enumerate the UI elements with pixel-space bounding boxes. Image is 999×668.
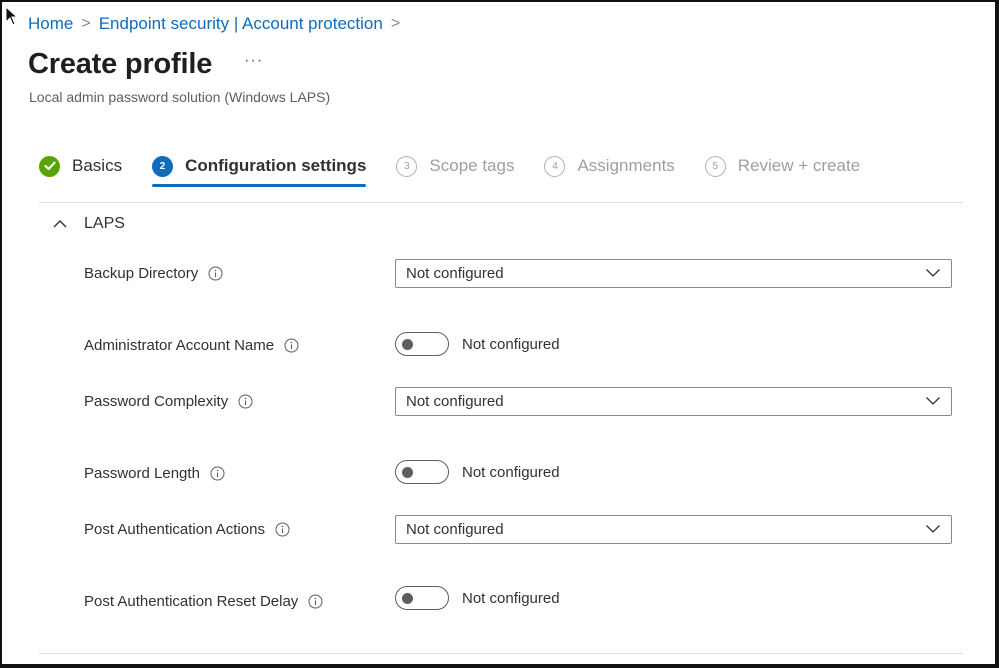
step-number: 2 bbox=[152, 155, 174, 177]
step-label: Review + create bbox=[737, 156, 861, 175]
password-complexity-dropdown[interactable]: Not configured bbox=[395, 387, 952, 416]
breadcrumb-separator: > bbox=[390, 15, 401, 32]
page-subtitle: Local admin password solution (Windows L… bbox=[29, 89, 331, 105]
section-title: LAPS bbox=[84, 215, 125, 232]
dropdown-value: Not configured bbox=[406, 521, 504, 538]
post-authentication-reset-delay-toggle[interactable] bbox=[395, 586, 449, 610]
divider bbox=[39, 653, 963, 654]
setting-label: Post Authentication Actions bbox=[84, 521, 265, 538]
setting-label: Password Complexity bbox=[84, 393, 229, 410]
chevron-down-icon bbox=[926, 525, 940, 533]
field-label: Post Authentication Reset Delay bbox=[84, 593, 323, 610]
toggle-group: Not configured bbox=[395, 460, 560, 484]
setting-label: Administrator Account Name bbox=[84, 337, 275, 354]
password-length-toggle[interactable] bbox=[395, 460, 449, 484]
chevron-up-icon bbox=[53, 220, 67, 228]
chevron-down-icon bbox=[926, 269, 940, 277]
info-icon[interactable] bbox=[284, 338, 299, 353]
toggle-status: Not configured bbox=[462, 589, 560, 607]
title-row: Create profile ··· bbox=[28, 48, 263, 81]
backup-directory-dropdown[interactable]: Not configured bbox=[395, 259, 952, 288]
info-icon[interactable] bbox=[208, 266, 223, 281]
page-title: Create profile bbox=[28, 48, 213, 80]
info-icon[interactable] bbox=[210, 466, 225, 481]
chevron-down-icon bbox=[926, 397, 940, 405]
toggle-status: Not configured bbox=[462, 463, 560, 481]
toggle-group: Not configured bbox=[395, 332, 560, 356]
toggle-knob bbox=[402, 339, 413, 350]
toggle-status: Not configured bbox=[462, 335, 560, 353]
step-number: 3 bbox=[396, 155, 418, 177]
wizard-steps: Basics 2 Configuration settings 3 Scope … bbox=[39, 152, 890, 187]
step-configuration-settings[interactable]: 2 Configuration settings bbox=[152, 155, 367, 187]
breadcrumb-home-link[interactable]: Home bbox=[28, 14, 73, 34]
dropdown-value: Not configured bbox=[406, 265, 504, 282]
toggle-knob bbox=[402, 593, 413, 604]
step-number: 5 bbox=[704, 155, 726, 177]
laps-section-toggle[interactable]: LAPS bbox=[52, 215, 125, 233]
field-label: Backup Directory bbox=[84, 265, 223, 282]
field-label: Password Length bbox=[84, 465, 225, 482]
info-icon[interactable] bbox=[308, 594, 323, 609]
info-icon[interactable] bbox=[238, 394, 253, 409]
step-label: Assignments bbox=[577, 156, 675, 175]
toggle-group: Not configured bbox=[395, 586, 560, 610]
post-authentication-actions-dropdown[interactable]: Not configured bbox=[395, 515, 952, 544]
info-icon[interactable] bbox=[275, 522, 290, 537]
field-label: Password Complexity bbox=[84, 393, 253, 410]
field-label: Post Authentication Actions bbox=[84, 521, 290, 538]
step-scope-tags[interactable]: 3 Scope tags bbox=[396, 155, 515, 177]
setting-label: Post Authentication Reset Delay bbox=[84, 593, 299, 610]
toggle-knob bbox=[402, 467, 413, 478]
checkmark-icon bbox=[39, 155, 60, 177]
breadcrumb-account-protection-link[interactable]: Endpoint security | Account protection bbox=[99, 14, 383, 34]
administrator-account-name-toggle[interactable] bbox=[395, 332, 449, 356]
breadcrumb-separator: > bbox=[81, 15, 91, 32]
step-basics[interactable]: Basics bbox=[39, 155, 123, 177]
step-review-create[interactable]: 5 Review + create bbox=[704, 155, 861, 177]
step-assignments[interactable]: 4 Assignments bbox=[544, 155, 675, 177]
dropdown-value: Not configured bbox=[406, 393, 504, 410]
app-window: Home > Endpoint security | Account prote… bbox=[0, 0, 999, 668]
step-label: Scope tags bbox=[429, 156, 515, 175]
step-label: Basics bbox=[72, 156, 123, 175]
setting-label: Backup Directory bbox=[84, 265, 199, 282]
field-label: Administrator Account Name bbox=[84, 337, 299, 354]
divider bbox=[39, 202, 963, 203]
step-number: 4 bbox=[544, 155, 566, 177]
mouse-cursor-icon bbox=[5, 6, 19, 26]
setting-label: Password Length bbox=[84, 465, 200, 482]
more-options-button[interactable]: ··· bbox=[244, 52, 263, 70]
breadcrumb: Home > Endpoint security | Account prote… bbox=[28, 14, 408, 34]
step-label: Configuration settings bbox=[185, 156, 367, 175]
